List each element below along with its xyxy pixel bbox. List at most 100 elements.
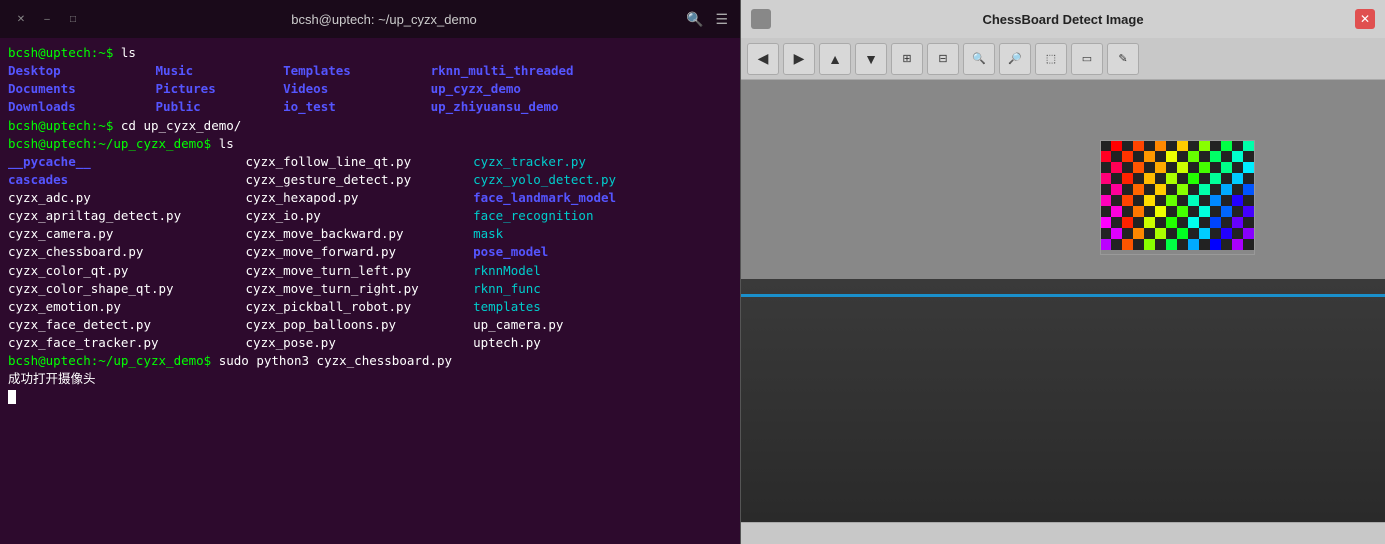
window-btn[interactable]: ▭: [1071, 43, 1103, 75]
terminal-line: cyzx_face_detect.py cyzx_pop_balloons.py…: [8, 316, 732, 334]
terminal-line: cyzx_color_shape_qt.py cyzx_move_turn_ri…: [8, 280, 732, 298]
prompt: bcsh@uptech:~$: [8, 118, 121, 133]
nav-forward-btn[interactable]: ▶: [783, 43, 815, 75]
grid-view-btn[interactable]: ⊞: [891, 43, 923, 75]
cmd-text: sudo python3 cyzx_chessboard.py: [219, 353, 452, 368]
chess-titlebar: ChessBoard Detect Image ✕: [741, 0, 1385, 38]
zoom-out-btn[interactable]: 🔎: [999, 43, 1031, 75]
dir-item: Public: [156, 98, 276, 116]
terminal-line: cyzx_color_qt.py cyzx_move_turn_left.py …: [8, 262, 732, 280]
terminal-cursor-line: [8, 388, 732, 406]
terminal-title: bcsh@uptech: ~/up_cyzx_demo: [82, 12, 686, 27]
file-item: cyzx_emotion.py: [8, 298, 238, 316]
terminal-line: bcsh@uptech:~/up_cyzx_demo$ sudo python3…: [8, 352, 732, 370]
chessboard-svg: [1100, 140, 1255, 255]
fit-btn[interactable]: ⬚: [1035, 43, 1067, 75]
file-item: cyzx_color_shape_qt.py: [8, 280, 238, 298]
terminal-line: bcsh@uptech:~$ cd up_cyzx_demo/: [8, 117, 732, 135]
dir-item: Documents: [8, 80, 148, 98]
terminal-line: cyzx_emotion.py cyzx_pickball_robot.py t…: [8, 298, 732, 316]
chess-panel: ChessBoard Detect Image ✕ ◀ ▶ ▲ ▼ ⊞ ⊟ 🔍 …: [740, 0, 1385, 544]
file-item: cyzx_pop_balloons.py: [246, 316, 466, 334]
file-item: cyzx_move_backward.py: [246, 225, 466, 243]
dir-item: io_test: [283, 98, 423, 116]
file-item: cyzx_apriltag_detect.py: [8, 207, 238, 225]
file-item: cyzx_follow_line_qt.py: [246, 153, 466, 171]
chessboard-visual: [1100, 140, 1255, 255]
terminal-line: Downloads Public io_test up_zhiyuansu_de…: [8, 98, 732, 116]
chess-window-icon: [751, 9, 771, 29]
terminal-minimize-btn[interactable]: –: [38, 10, 56, 28]
file-item: rknn_func: [473, 281, 541, 296]
floor-background: [741, 279, 1385, 522]
file-item: cyzx_face_tracker.py: [8, 334, 238, 352]
terminal-line: cyzx_camera.py cyzx_move_backward.py mas…: [8, 225, 732, 243]
success-message: 成功打开摄像头: [8, 371, 96, 386]
file-item: cyzx_pose.py: [246, 334, 466, 352]
dir-item: Downloads: [8, 98, 148, 116]
file-item: templates: [473, 299, 541, 314]
dir-item: up_zhiyuansu_demo: [431, 99, 559, 114]
edit-btn[interactable]: ✎: [1107, 43, 1139, 75]
file-item: uptech.py: [473, 335, 541, 350]
terminal-line: cyzx_adc.py cyzx_hexapod.py face_landmar…: [8, 189, 732, 207]
terminal-titlebar: ✕ – □ bcsh@uptech: ~/up_cyzx_demo 🔍 ☰: [0, 0, 740, 38]
file-item: cyzx_face_detect.py: [8, 316, 238, 334]
dir-item: up_cyzx_demo: [431, 81, 521, 96]
cmd-text: cd up_cyzx_demo/: [121, 118, 241, 133]
terminal-line: bcsh@uptech:~/up_cyzx_demo$ ls: [8, 135, 732, 153]
dir-item: Templates: [283, 62, 423, 80]
file-item: cyzx_color_qt.py: [8, 262, 238, 280]
terminal-line: 成功打开摄像头: [8, 370, 732, 388]
chess-toolbar: ◀ ▶ ▲ ▼ ⊞ ⊟ 🔍 🔎 ⬚ ▭ ✎: [741, 38, 1385, 80]
dir-item: __pycache__: [8, 153, 238, 171]
terminal-body[interactable]: bcsh@uptech:~$ ls Desktop Music Template…: [0, 38, 740, 544]
dir-item: Desktop: [8, 62, 148, 80]
terminal-search-btn[interactable]: 🔍: [686, 11, 703, 28]
window-controls: ✕ – □: [12, 10, 82, 28]
terminal-line: cyzx_chessboard.py cyzx_move_forward.py …: [8, 243, 732, 261]
chess-image-area: [741, 80, 1385, 522]
prompt: bcsh@uptech:~$: [8, 45, 121, 60]
file-item: cyzx_io.py: [246, 207, 466, 225]
file-item: up_camera.py: [473, 317, 563, 332]
cmd-text: ls: [219, 136, 234, 151]
nav-down-btn[interactable]: ▼: [855, 43, 887, 75]
prompt: bcsh@uptech:~/up_cyzx_demo$: [8, 353, 219, 368]
terminal-maximize-btn[interactable]: □: [64, 10, 82, 28]
terminal-panel: ✕ – □ bcsh@uptech: ~/up_cyzx_demo 🔍 ☰ bc…: [0, 0, 740, 544]
terminal-line: cascades cyzx_gesture_detect.py cyzx_yol…: [8, 171, 732, 189]
dir-item: Videos: [283, 80, 423, 98]
file-item: cyzx_move_turn_right.py: [246, 280, 466, 298]
file-item: cyzx_gesture_detect.py: [246, 171, 466, 189]
file-item: cyzx_adc.py: [8, 189, 238, 207]
chess-close-btn[interactable]: ✕: [1355, 9, 1375, 29]
file-item: cyzx_yolo_detect.py: [473, 172, 616, 187]
dir-item: Music: [156, 62, 276, 80]
terminal-close-btn[interactable]: ✕: [12, 10, 30, 28]
file-item: rknnModel: [473, 263, 541, 278]
file-item: cyzx_chessboard.py: [8, 243, 238, 261]
terminal-menu-btn[interactable]: ☰: [715, 11, 728, 28]
terminal-line: Desktop Music Templates rknn_multi_threa…: [8, 62, 732, 80]
dir-item: pose_model: [473, 244, 548, 259]
terminal-cursor: [8, 390, 16, 404]
nav-back-btn[interactable]: ◀: [747, 43, 779, 75]
file-item: mask: [473, 226, 503, 241]
terminal-title-actions: 🔍 ☰: [686, 11, 728, 28]
chess-window-title: ChessBoard Detect Image: [771, 12, 1355, 27]
grid2-view-btn[interactable]: ⊟: [927, 43, 959, 75]
zoom-in-btn[interactable]: 🔍: [963, 43, 995, 75]
nav-up-btn[interactable]: ▲: [819, 43, 851, 75]
file-item: cyzx_move_turn_left.py: [246, 262, 466, 280]
file-item: cyzx_hexapod.py: [246, 189, 466, 207]
dir-item: face_landmark_model: [473, 190, 616, 205]
cmd-text: ls: [121, 45, 136, 60]
file-item: cyzx_tracker.py: [473, 154, 586, 169]
dir-item: cascades: [8, 171, 238, 189]
floor-line: [741, 294, 1385, 297]
dir-item: Pictures: [156, 80, 276, 98]
dir-item: rknn_multi_threaded: [431, 63, 574, 78]
prompt: bcsh@uptech:~/up_cyzx_demo$: [8, 136, 219, 151]
terminal-line: cyzx_apriltag_detect.py cyzx_io.py face_…: [8, 207, 732, 225]
